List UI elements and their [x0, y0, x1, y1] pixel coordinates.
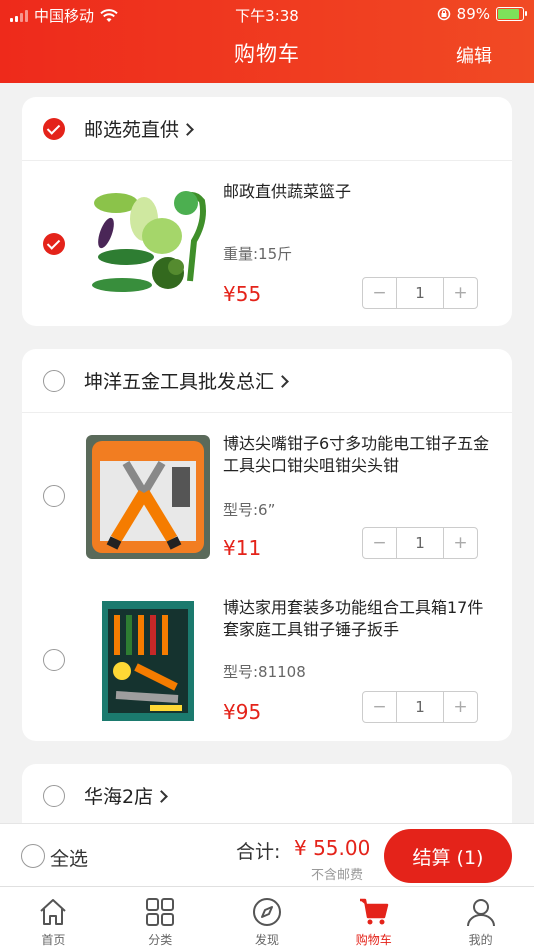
tab-cart[interactable]: 购物车	[320, 887, 427, 950]
toolbox-image[interactable]	[86, 599, 210, 723]
tab-label: 分类	[148, 933, 173, 947]
chevron-right-icon	[181, 123, 194, 136]
item-name[interactable]: 博达尖嘴钳子6寸多功能电工钳子五金工具尖口钳尖咀钳尖头钳	[223, 433, 498, 477]
compass-icon	[252, 898, 281, 926]
item-checkbox[interactable]	[43, 485, 65, 507]
item-checkbox[interactable]	[43, 233, 65, 255]
increase-button[interactable]: +	[444, 692, 477, 722]
shop-header[interactable]: 华海2店	[22, 764, 512, 828]
rotation-lock-icon	[437, 7, 450, 21]
tab-home[interactable]: 首页	[0, 887, 107, 950]
shop-checkbox[interactable]	[43, 370, 65, 392]
quantity-stepper: − 1 +	[362, 527, 478, 559]
cart-item[interactable]: 博达家用套装多功能组合工具箱17件套家庭工具钳子锤子扳手 型号:81108 ¥9…	[22, 579, 512, 739]
total-label: 合计:	[236, 841, 281, 863]
shop-name-link[interactable]: 邮选苑直供	[84, 115, 194, 142]
item-price: ¥55	[223, 282, 262, 306]
tab-label: 发现	[254, 933, 279, 947]
home-icon	[40, 899, 67, 925]
tab-mine[interactable]: 我的	[427, 887, 534, 950]
shop-name: 华海2店	[84, 786, 154, 808]
pliers-image[interactable]	[86, 435, 210, 559]
edit-button[interactable]: 编辑	[456, 42, 492, 68]
chevron-right-icon	[155, 790, 168, 803]
status-bar: 中国移动 下午3:38 89%	[0, 0, 534, 28]
chevron-right-icon	[276, 375, 289, 388]
quantity-stepper: − 1 +	[362, 691, 478, 723]
quantity-value[interactable]: 1	[396, 692, 444, 722]
tab-category[interactable]: 分类	[107, 887, 214, 950]
tab-discover[interactable]: 发现	[214, 887, 321, 950]
tab-label: 我的	[468, 933, 493, 947]
shop-name-link[interactable]: 坤洋五金工具批发总汇	[84, 367, 289, 394]
shop-checkbox[interactable]	[43, 118, 65, 140]
shop-checkbox[interactable]	[43, 785, 65, 807]
vegetable-basket-image[interactable]	[86, 181, 210, 305]
shop-name: 邮选苑直供	[84, 119, 180, 141]
decrease-button[interactable]: −	[363, 278, 396, 308]
item-name[interactable]: 博达家用套装多功能组合工具箱17件套家庭工具钳子锤子扳手	[223, 597, 498, 641]
cart-icon	[359, 898, 389, 925]
item-price: ¥11	[223, 536, 262, 560]
category-icon	[146, 898, 175, 926]
quantity-value[interactable]: 1	[396, 278, 444, 308]
decrease-button[interactable]: −	[363, 528, 396, 558]
shop-header[interactable]: 坤洋五金工具批发总汇	[22, 349, 512, 413]
app-header: 中国移动 下午3:38 89% 购物车 编辑	[0, 0, 534, 83]
item-spec: 重量:15斤	[223, 245, 293, 263]
shop-header[interactable]: 邮选苑直供	[22, 97, 512, 161]
select-all-label[interactable]: 全选	[50, 844, 88, 871]
item-checkbox[interactable]	[43, 649, 65, 671]
checkout-bar: 全选 合计: ¥ 55.00 不含邮费 结算 (1)	[0, 823, 534, 886]
item-spec: 型号:81108	[223, 663, 306, 681]
shop-name-link[interactable]: 华海2店	[84, 782, 168, 809]
decrease-button[interactable]: −	[363, 692, 396, 722]
item-price: ¥95	[223, 700, 262, 724]
battery-percent: 89%	[456, 5, 490, 23]
tab-label: 购物车	[355, 933, 392, 947]
cart-item[interactable]: 博达尖嘴钳子6寸多功能电工钳子五金工具尖口钳尖咀钳尖头钳 型号:6” ¥11 −…	[22, 415, 512, 575]
item-name[interactable]: 邮政直供蔬菜篮子	[223, 181, 498, 203]
tab-label: 首页	[41, 933, 66, 947]
battery-icon	[496, 7, 527, 21]
shop-name: 坤洋五金工具批发总汇	[84, 371, 275, 393]
tab-bar: 首页 分类 发现 购物车 我的	[0, 886, 534, 950]
select-all-checkbox[interactable]	[21, 844, 45, 868]
total-value: ¥ 55.00	[294, 836, 371, 860]
checkout-button[interactable]: 结算 (1)	[384, 829, 512, 883]
user-icon	[466, 899, 495, 927]
quantity-value[interactable]: 1	[396, 528, 444, 558]
increase-button[interactable]: +	[444, 528, 477, 558]
shipping-note: 不含邮费	[311, 868, 364, 883]
page-title: 购物车	[234, 42, 300, 66]
increase-button[interactable]: +	[444, 278, 477, 308]
shop-card: 邮选苑直供 邮政直供蔬菜篮子 重量:15斤 ¥55 − 1 +	[22, 97, 512, 326]
shop-card: 坤洋五金工具批发总汇 博达尖嘴钳子6寸多功能电工钳子五金工具尖口钳尖咀钳尖头钳 …	[22, 349, 512, 741]
quantity-stepper: − 1 +	[362, 277, 478, 309]
cart-item[interactable]: 邮政直供蔬菜篮子 重量:15斤 ¥55 − 1 +	[22, 161, 512, 321]
item-spec: 型号:6”	[223, 501, 276, 519]
status-right: 89%	[437, 5, 527, 23]
